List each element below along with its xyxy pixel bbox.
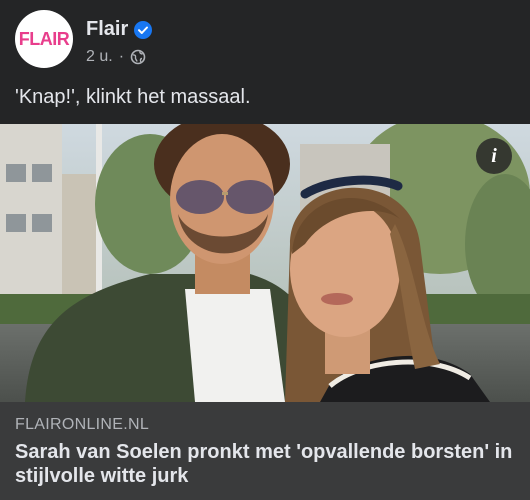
page-name-link[interactable]: Flair (86, 18, 128, 41)
page-name-row: Flair (86, 18, 153, 41)
globe-icon (130, 49, 146, 65)
post-caption: 'Knap!', klinkt het massaal. (15, 86, 251, 108)
avatar-logo-text: FLAIR (18, 28, 70, 49)
post-meta: 2 u. · (86, 48, 146, 66)
post-photo[interactable] (0, 124, 530, 402)
page-avatar[interactable]: FLAIR (15, 10, 73, 68)
post-header: FLAIR Flair 2 u. · (0, 0, 530, 80)
meta-separator: · (118, 48, 125, 65)
facebook-post: FLAIR Flair 2 u. · 'Knap!', klinkt het m… (0, 0, 530, 500)
link-preview-card[interactable]: FLAIRONLINE.NL Sarah van Soelen pronkt m… (0, 402, 530, 500)
info-icon[interactable]: i (476, 138, 512, 174)
post-timestamp[interactable]: 2 u. (86, 48, 113, 66)
link-title[interactable]: Sarah van Soelen pronkt met 'opvallende … (15, 440, 520, 488)
verified-badge-icon (134, 20, 153, 39)
photo-illustration (0, 124, 530, 402)
link-domain: FLAIRONLINE.NL (15, 416, 150, 433)
